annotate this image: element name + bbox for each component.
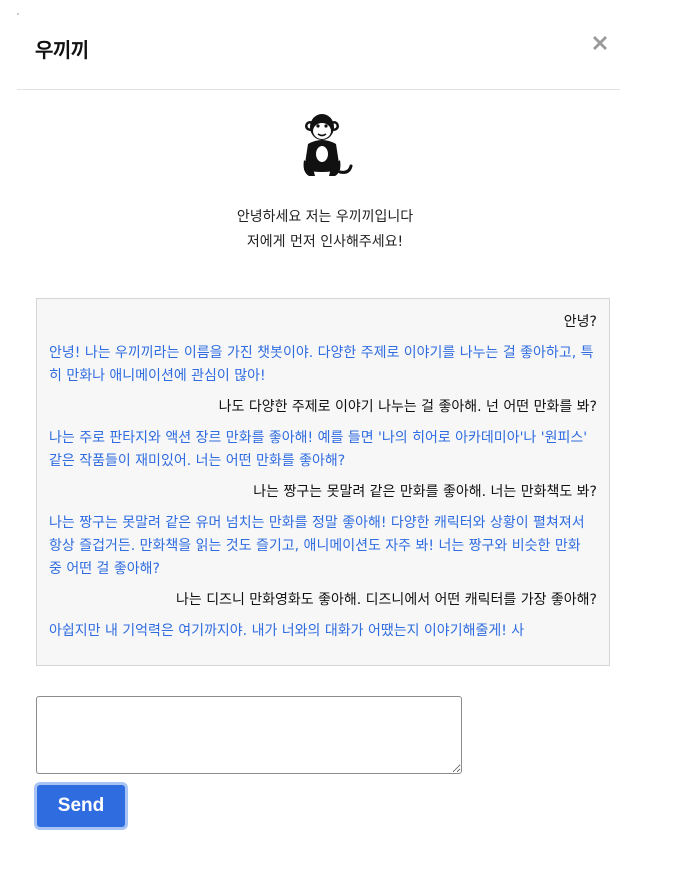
bot-message: 아쉽지만 내 기억력은 여기까지야. 내가 너와의 대화가 어땠는지 이야기해줄… — [49, 623, 525, 639]
close-button[interactable] — [589, 32, 611, 54]
dialog-header: 우끼끼 — [17, 22, 620, 90]
chat-log[interactable]: 안녕? 안녕! 나는 우끼끼라는 이름을 가진 챗봇이야. 다양한 주제로 이야기… — [36, 298, 610, 666]
user-message: 안녕? — [563, 314, 597, 330]
user-message: 나도 다양한 주제로 이야기 나누는 걸 좋아해. 넌 어떤 만화를 봐? — [218, 399, 597, 415]
monkey-icon — [303, 114, 353, 176]
corner-dot — [17, 13, 19, 15]
user-message: 나는 디즈니 만화영화도 좋아해. 디즈니에서 어떤 캐릭터를 가장 좋아해? — [175, 592, 597, 608]
composer — [36, 696, 462, 774]
intro-section: 안녕하세요 저는 우끼끼입니다 저에게 먼저 인사해주세요! — [0, 112, 650, 255]
intro-line-2: 저에게 먼저 인사해주세요! — [246, 234, 404, 250]
bot-message: 나는 주로 판타지와 액션 장르 만화를 좋아해! 예를 들면 '나의 히어로 … — [49, 430, 588, 469]
dialog-title: 우끼끼 — [35, 38, 89, 62]
bot-message: 나는 짱구는 못말려 같은 유머 넘치는 만화를 정말 좋아해! 다양한 캐릭터… — [49, 515, 585, 577]
close-icon — [593, 36, 607, 50]
intro-line-1: 안녕하세요 저는 우끼끼입니다 — [236, 209, 414, 225]
message-list: 안녕? 안녕! 나는 우끼끼라는 이름을 가진 챗봇이야. 다양한 주제로 이야기… — [37, 299, 609, 643]
user-message: 나는 짱구는 못말려 같은 만화를 좋아해. 너는 만화책도 봐? — [253, 484, 597, 500]
bot-message: 안녕! 나는 우끼끼라는 이름을 가진 챗봇이야. 다양한 주제로 이야기를 나… — [49, 345, 594, 384]
message-input[interactable] — [36, 696, 462, 774]
send-button[interactable]: Send — [34, 782, 128, 830]
